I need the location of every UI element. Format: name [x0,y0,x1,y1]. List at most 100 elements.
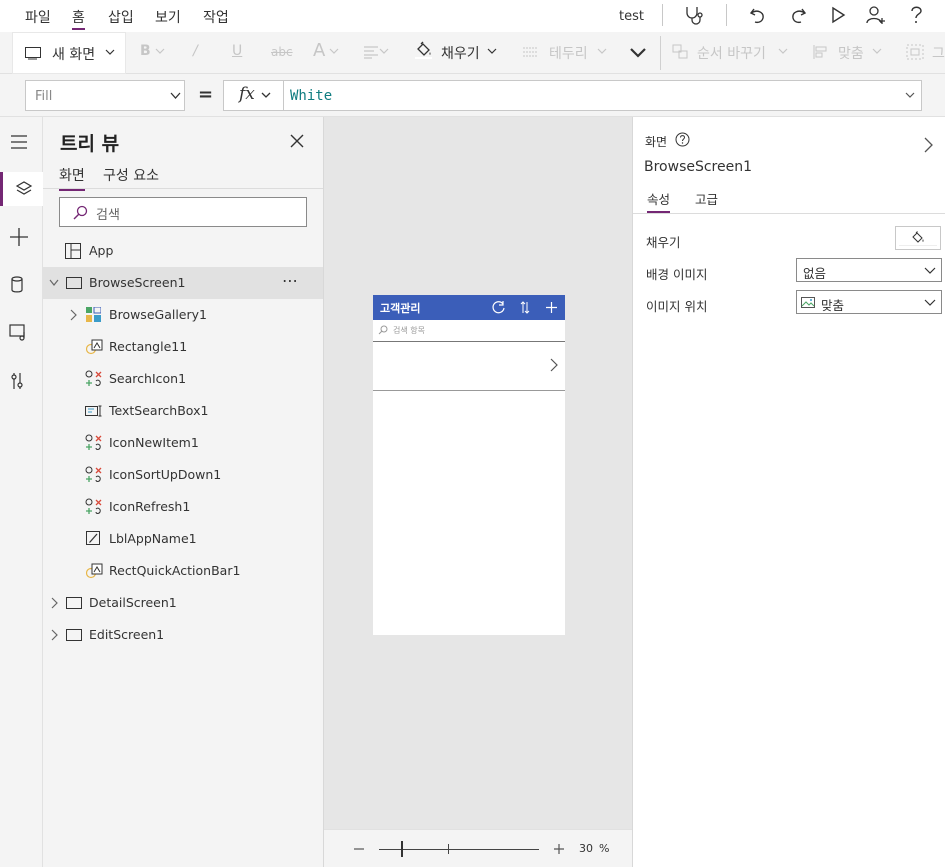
menu-file[interactable]: 파일 [25,7,51,27]
shape-icon [86,339,103,355]
chevron-right-icon[interactable] [50,597,58,609]
left-rail [0,117,43,867]
tree-view-title: 트리 뷰 [60,133,120,155]
property-dropdown[interactable]: Fill [25,80,185,111]
user-share-icon[interactable] [865,4,887,26]
fx-button[interactable]: fx [223,80,284,111]
layers-icon[interactable] [0,172,43,206]
underline-button[interactable]: U [232,43,242,59]
screen-preview[interactable]: 고객관리 검색 항목 [373,295,565,635]
zoom-out-icon[interactable] [353,843,365,855]
tools-icon[interactable] [0,364,43,398]
tree-item-iconsort[interactable]: IconSortUpDown1 [43,459,323,491]
new-screen-button[interactable]: 새 화면 [12,32,126,74]
stethoscope-icon[interactable] [683,4,705,26]
fill-color-picker[interactable] [895,226,941,250]
chevron-right-icon[interactable] [69,309,77,321]
reorder-button[interactable]: 순서 바꾸기 [697,43,766,63]
menu-action[interactable]: 작업 [203,7,229,27]
border-button[interactable]: 테두리 [549,43,588,63]
menu-view[interactable]: 보기 [155,7,181,27]
tree-item-label: EditScreen1 [89,627,165,642]
add-icon[interactable] [545,301,558,314]
search-placeholder: 검색 [96,208,120,223]
tree-search-input[interactable]: 검색 [59,197,307,227]
tree-item-rectangle[interactable]: Rectangle11 [43,331,323,363]
strikethrough-button[interactable]: abc [271,45,293,59]
expand-chevron-icon[interactable] [629,45,647,59]
shape-icon [86,563,103,579]
refresh-icon[interactable] [491,300,506,315]
group-button[interactable]: 그 [932,43,945,63]
tree-item-searchicon[interactable]: SearchIcon1 [43,363,323,395]
tree-item-label: BrowseScreen1 [89,275,186,290]
design-canvas[interactable]: 고객관리 검색 항목 [324,117,632,829]
plus-icon[interactable] [0,220,43,254]
tree-item-app[interactable]: App [43,235,323,267]
tree-item-detailscreen[interactable]: DetailScreen1 [43,587,323,619]
chevron-down-icon[interactable] [905,92,915,100]
tree-item-lblappname[interactable]: LblAppName1 [43,523,323,555]
color-swatch [899,245,937,247]
menu-home[interactable]: 홈 [72,7,85,30]
font-color-button[interactable]: A [313,40,325,61]
sort-icon[interactable] [520,301,530,314]
app-header-bar[interactable]: 고객관리 [373,295,565,320]
database-icon[interactable] [0,268,43,302]
paint-bucket-icon[interactable] [415,41,432,59]
chevron-right-icon[interactable] [550,358,558,372]
chevron-down-icon [778,46,788,56]
app-name: test [619,9,644,24]
align-button[interactable]: 맞춤 [838,43,864,63]
screen-icon [25,47,42,60]
help-icon[interactable] [675,132,690,147]
image-position-dropdown[interactable]: 맞춤 [796,290,942,314]
tree-item-rectquickactionbar[interactable]: RectQuickActionBar1 [43,555,323,587]
zoom-slider-track[interactable] [379,849,539,850]
tree-item-iconnewitem[interactable]: IconNewItem1 [43,427,323,459]
hamburger-icon[interactable] [0,125,43,159]
text-align-icon[interactable] [363,45,379,59]
tab-components[interactable]: 구성 요소 [103,165,159,189]
chevron-right-icon[interactable] [924,137,933,153]
zoom-bar: 30 % [324,829,632,867]
italic-button[interactable]: / [193,43,198,59]
chevron-right-icon[interactable] [50,629,58,641]
tree-item-iconrefresh[interactable]: IconRefresh1 [43,491,323,523]
tree-item-gallery[interactable]: BrowseGallery1 [43,299,323,331]
border-icon [522,46,538,58]
tree-view-panel: 트리 뷰 화면 구성 요소 검색 App BrowseScreen1 ⋯ Bro… [43,117,324,867]
formula-input[interactable]: White [283,80,922,111]
bg-image-dropdown[interactable]: 없음 [796,258,942,282]
bg-image-label: 배경 이미지 [646,267,708,282]
media-icon[interactable] [0,316,43,350]
zoom-slider-thumb[interactable] [401,841,403,857]
paint-bucket-icon [911,231,925,244]
tree-item-browsescreen[interactable]: BrowseScreen1 ⋯ [43,267,323,299]
zoom-in-icon[interactable] [553,843,565,855]
redo-icon[interactable] [787,4,809,26]
undo-icon[interactable] [747,4,769,26]
new-screen-label: 새 화면 [52,47,96,63]
search-icon [73,205,88,220]
more-options-icon[interactable]: ⋯ [282,271,299,290]
app-title[interactable]: 고객관리 [380,300,420,316]
tree-item-editscreen[interactable]: EditScreen1 [43,619,323,651]
tab-advanced[interactable]: 고급 [695,189,718,208]
text-input-icon [85,405,103,417]
bold-button[interactable]: B [140,43,151,59]
play-icon[interactable] [827,4,849,26]
menu-insert[interactable]: 삽입 [108,7,134,27]
reorder-icon [672,44,689,60]
tree-item-textsearchbox[interactable]: TextSearchBox1 [43,395,323,427]
tab-properties[interactable]: 속성 [647,189,671,213]
gallery-item[interactable] [373,342,565,391]
divider [633,213,945,214]
chevron-down-icon[interactable] [49,279,59,287]
help-icon[interactable] [905,4,927,26]
fill-button[interactable]: 채우기 [441,43,480,63]
icon-control-icon [85,370,103,388]
search-box[interactable]: 검색 항목 [373,320,565,342]
screen-icon [66,597,82,609]
close-icon[interactable] [290,134,304,148]
